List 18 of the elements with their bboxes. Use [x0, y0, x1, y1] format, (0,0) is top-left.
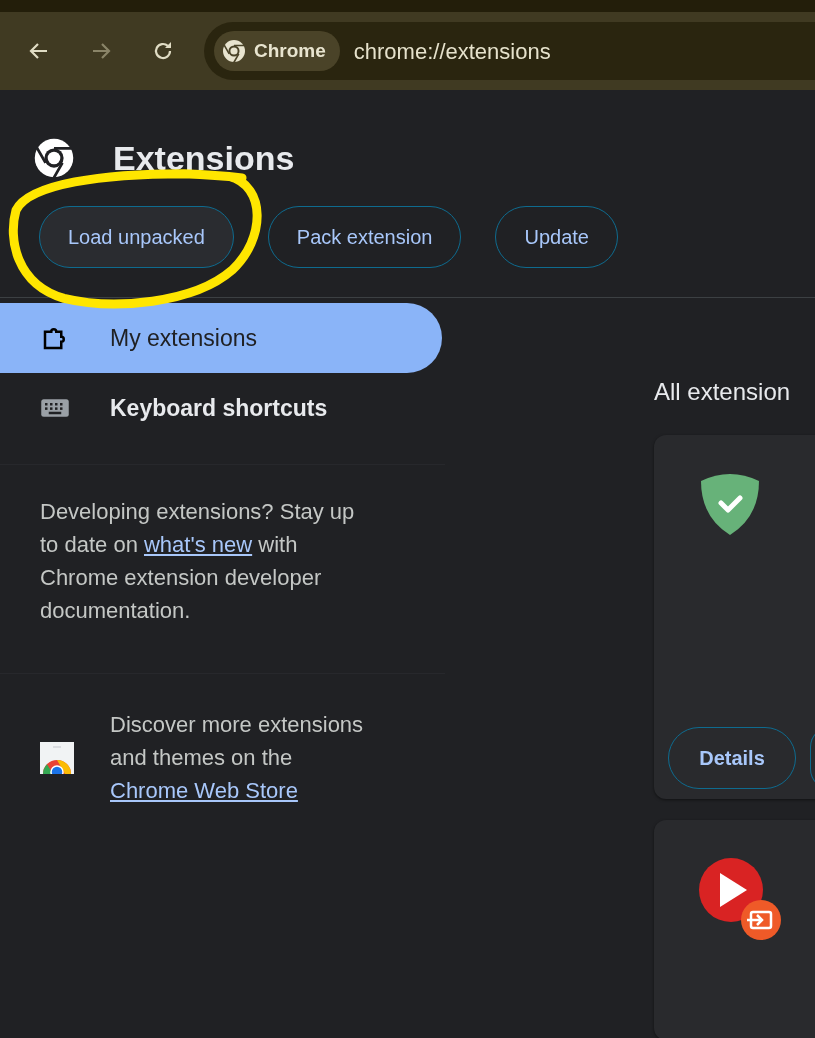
store-note: Discover more extensions and themes on the Chrome Web Store	[110, 711, 365, 805]
sidebar-item[interactable]: My extensions	[0, 303, 442, 373]
chrome-logo-icon	[33, 137, 75, 179]
site-chip[interactable]: Chrome	[214, 31, 340, 71]
address-bar[interactable]: Chrome chrome://extensions	[204, 22, 815, 80]
sidebar-item[interactable]: Keyboard shortcuts	[0, 373, 442, 443]
play-cast-icon	[699, 857, 781, 940]
chrome-icon	[222, 39, 246, 63]
web-store-link[interactable]: Chrome Web Store	[110, 778, 298, 803]
page-title: Extensions	[113, 137, 295, 179]
web-store-icon	[40, 742, 74, 774]
developer-note: Developing extensions? Stay up to date on what's new with Chrome extension developer documentation.	[39, 498, 356, 625]
action-button[interactable]: Load unpacked	[39, 206, 234, 268]
chip-label: Chrome	[254, 38, 326, 63]
whats-new-link[interactable]: what's new	[144, 532, 253, 557]
url-text: chrome://extensions	[353, 37, 551, 66]
shield-check-icon	[699, 472, 761, 535]
section-heading: All extension	[654, 378, 792, 407]
